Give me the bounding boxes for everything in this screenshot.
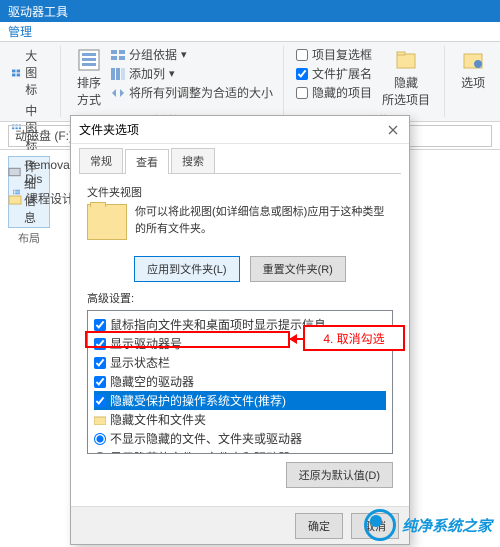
folder-view-section: 你可以将此视图(如详细信息或图标)应用于这种类型的所有文件夹。 (87, 204, 393, 240)
adv-dont-show-hidden[interactable]: 不显示隐藏的文件、文件夹或驱动器 (94, 429, 386, 448)
hidden-items-toggle[interactable]: 隐藏的项目 (296, 84, 372, 101)
tab-search[interactable]: 搜索 (171, 148, 215, 173)
hide-selected-button[interactable]: 隐藏 所选项目 (378, 46, 434, 110)
watermark: 纯净系统之家 (364, 509, 492, 541)
tab-view[interactable]: 查看 (125, 149, 169, 174)
advanced-label: 高级设置: (87, 290, 393, 306)
ribbon: 大图标 中图标 详细信息 布局 排序方式 (0, 42, 500, 122)
ok-button[interactable]: 确定 (295, 513, 343, 539)
adv-show-hidden[interactable]: 显示隐藏的文件、文件夹和驱动器 (94, 448, 386, 454)
fit-icon (111, 87, 125, 99)
adv-hidden-files-folder: 隐藏文件和文件夹 (94, 410, 386, 429)
group-by-button[interactable]: 分组依据 ▾ (111, 46, 273, 63)
ribbon-group-layout: 大图标 中图标 详细信息 布局 (8, 46, 61, 117)
hide-icon (394, 48, 418, 72)
adv-status-bar[interactable]: 显示状态栏 (94, 353, 386, 372)
options-button[interactable]: 选项 (457, 46, 489, 93)
view-large-icons[interactable]: 大图标 (8, 46, 50, 99)
annotation-arrow-head (290, 338, 304, 340)
folder-view-icon (87, 204, 127, 240)
large-icon-icon (12, 67, 21, 79)
folder-icon (8, 193, 22, 205)
sort-by-button[interactable]: 排序方式 (73, 46, 105, 110)
dialog-title: 文件夹选项 (79, 121, 139, 138)
ribbon-group-show-hide: 项目复选框 文件扩展名 隐藏的项目 隐藏 所选项目 显示/隐藏 (296, 46, 445, 117)
close-icon (388, 125, 398, 135)
file-ext-toggle[interactable]: 文件扩展名 (296, 65, 372, 82)
fit-columns-button[interactable]: 将所有列调整为合适的大小 (111, 84, 273, 101)
adv-hide-empty-drives[interactable]: 隐藏空的驱动器 (94, 372, 386, 391)
close-button[interactable] (385, 122, 401, 138)
window-title: 驱动器工具 (8, 3, 68, 20)
item-checkbox-toggle[interactable]: 项目复选框 (296, 46, 372, 63)
options-icon (461, 48, 485, 72)
dialog-tabs: 常规 查看 搜索 (71, 144, 409, 173)
restore-defaults-button[interactable]: 还原为默认值(D) (286, 462, 393, 488)
tab-general[interactable]: 常规 (79, 148, 123, 173)
disk-icon (8, 166, 21, 178)
sort-icon (77, 48, 101, 72)
adv-hide-protected-os-files[interactable]: 隐藏受保护的操作系统文件(推荐) (94, 391, 386, 410)
ribbon-tab-row: 管理 (0, 22, 500, 42)
reset-folders-button[interactable]: 重置文件夹(R) (250, 256, 346, 282)
ribbon-group-options: 选项 (457, 46, 499, 117)
annotation-callout: 4. 取消勾选 (303, 325, 405, 351)
dialog-footer: 确定 取消 (71, 506, 409, 544)
watermark-logo-icon (364, 509, 396, 541)
group-icon (111, 49, 125, 61)
folder-icon (94, 415, 106, 425)
add-column-button[interactable]: 添加列 ▾ (111, 65, 273, 82)
window-titlebar: 驱动器工具 (0, 0, 500, 22)
ribbon-group-current-view: 排序方式 分组依据 ▾ 添加列 ▾ 将所有列调整为合适的大小 当前视图 (73, 46, 284, 117)
ribbon-tab-manage[interactable]: 管理 (8, 23, 32, 40)
add-col-icon (111, 68, 125, 80)
folder-view-desc: 你可以将此视图(如详细信息或图标)应用于这种类型的所有文件夹。 (135, 204, 393, 240)
folder-view-label: 文件夹视图 (87, 184, 393, 200)
apply-to-folders-button[interactable]: 应用到文件夹(L) (134, 256, 239, 282)
dialog-titlebar: 文件夹选项 (71, 116, 409, 144)
watermark-text: 纯净系统之家 (402, 515, 492, 536)
